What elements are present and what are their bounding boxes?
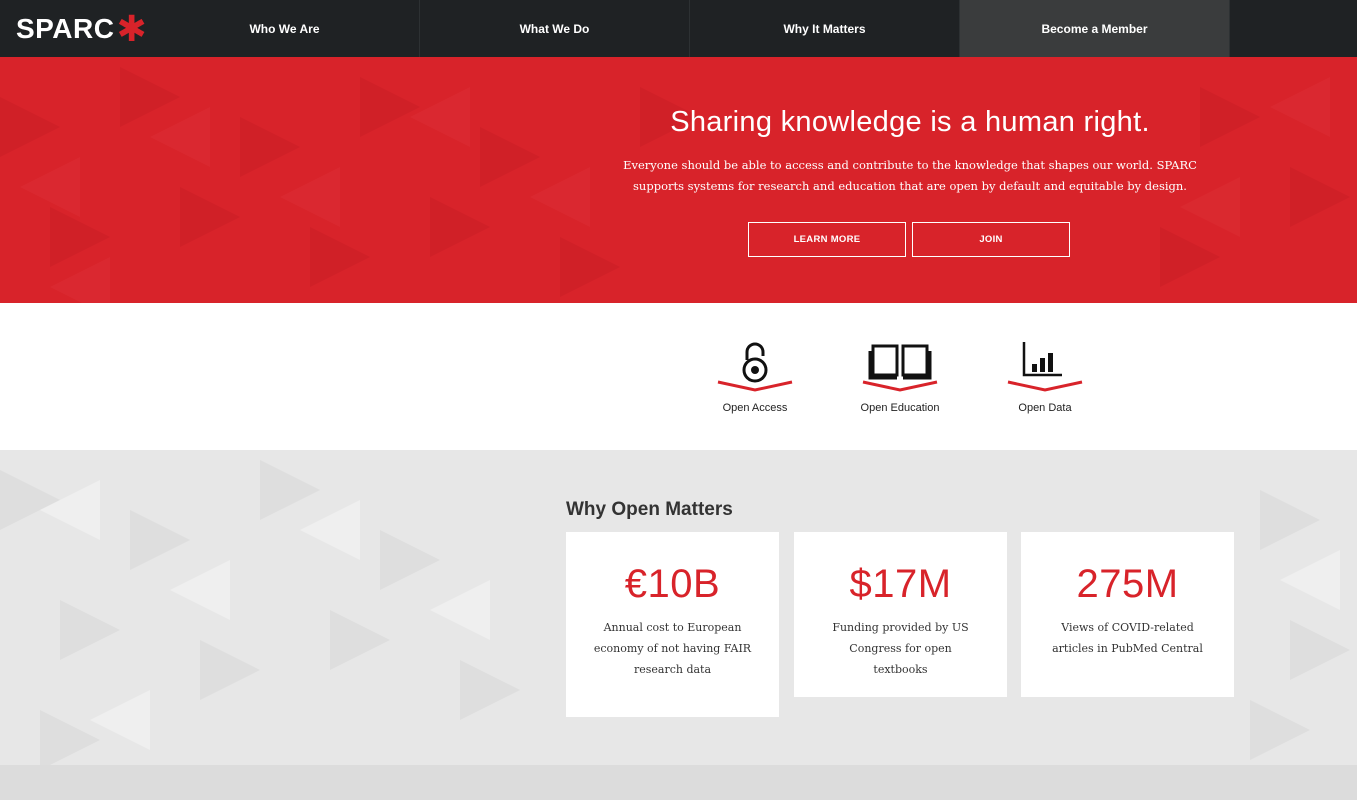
hero-buttons: LEARN MORE JOIN [560, 222, 1260, 257]
join-button[interactable]: JOIN [912, 222, 1070, 257]
footer-band [0, 765, 1361, 800]
logo-asterisk-icon: ✱ [116, 7, 148, 49]
hero-content: Sharing knowledge is a human right. Ever… [560, 57, 1260, 257]
focus-label-open-access: Open Access [722, 402, 788, 414]
bar-chart-icon [1007, 342, 1083, 392]
focus-areas: Open Access Open Education Open Data [0, 303, 1361, 450]
hero-title: Sharing knowledge is a human right. [670, 106, 1150, 138]
focus-label-open-data: Open Data [1018, 402, 1072, 414]
focus-label-open-education: Open Education [860, 402, 940, 414]
focus-item-open-access[interactable]: Open Access [700, 338, 810, 414]
learn-more-button[interactable]: LEARN MORE [748, 222, 906, 257]
page-edge [1357, 0, 1361, 800]
why-open-matters-section: Why Open Matters €10B Annual cost to Eur… [0, 450, 1361, 765]
nav-menu: Who We Are What We Do Why It Matters Bec… [150, 0, 1230, 57]
nav-item-become-a-member[interactable]: Become a Member [960, 0, 1230, 57]
stat-description: Annual cost to European economy of not h… [593, 621, 752, 676]
stat-description: Funding provided by US Congress for open… [832, 621, 969, 676]
stat-value: €10B [624, 562, 721, 606]
focus-item-open-data[interactable]: Open Data [990, 338, 1100, 414]
nav-item-what-we-do[interactable]: What We Do [420, 0, 690, 57]
open-book-icon [862, 344, 938, 392]
open-lock-icon [717, 342, 793, 392]
logo-text: SPARC [16, 12, 115, 44]
stat-card: 275M Views of COVID-related articles in … [1021, 532, 1234, 697]
hero-banner: Sharing knowledge is a human right. Ever… [0, 57, 1361, 303]
stat-description: Views of COVID-related articles in PubMe… [1052, 621, 1203, 655]
stat-value: $17M [849, 562, 952, 606]
stat-card: $17M Funding provided by US Congress for… [794, 532, 1007, 697]
stats-section-title: Why Open Matters [566, 499, 733, 520]
stat-card: €10B Annual cost to European economy of … [566, 532, 779, 717]
top-navigation: SPARC ✱ Who We Are What We Do Why It Matt… [0, 0, 1361, 57]
stat-value: 275M [1076, 562, 1179, 606]
nav-item-who-we-are[interactable]: Who We Are [150, 0, 420, 57]
hero-description: Everyone should be able to access and co… [623, 158, 1197, 193]
sparc-logo[interactable]: SPARC ✱ [0, 0, 150, 57]
focus-item-open-education[interactable]: Open Education [845, 338, 955, 414]
nav-item-why-it-matters[interactable]: Why It Matters [690, 0, 960, 57]
